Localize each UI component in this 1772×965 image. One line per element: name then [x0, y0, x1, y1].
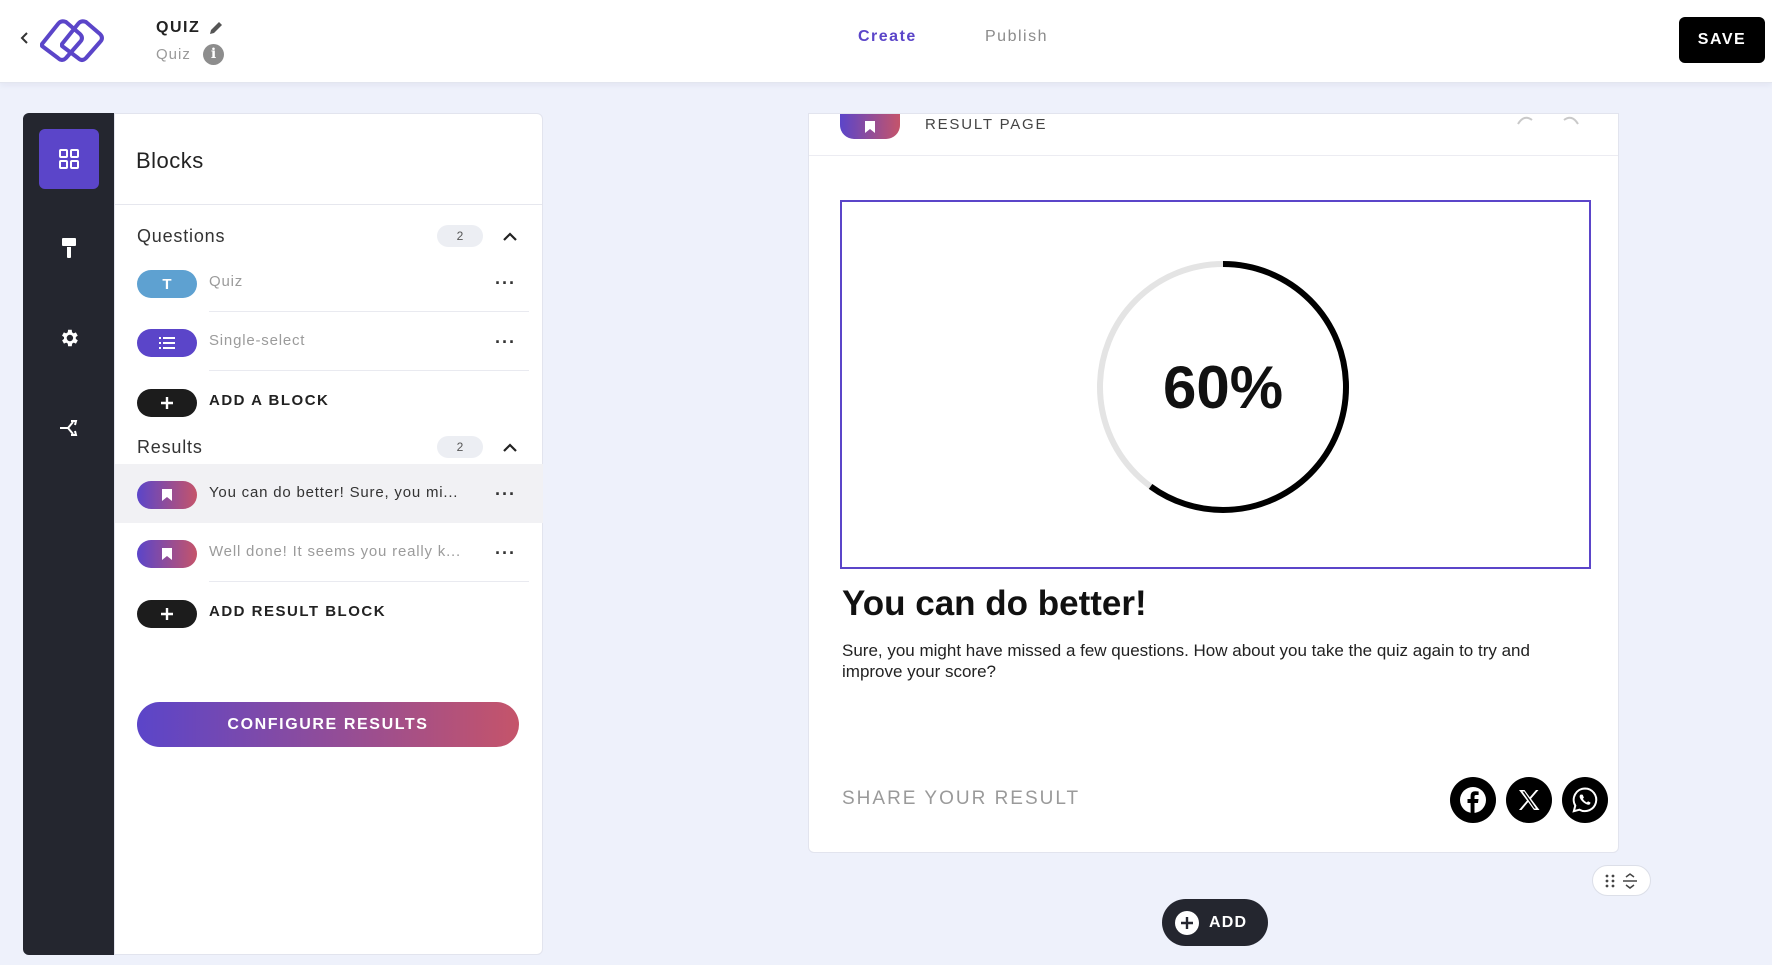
plus-icon [137, 389, 197, 417]
block-toolbar [1592, 865, 1651, 896]
questions-count-badge: 2 [437, 225, 483, 247]
chevron-up-icon[interactable] [501, 230, 519, 242]
drag-handle-icon[interactable] [1605, 874, 1615, 888]
chevron-up-icon[interactable] [501, 441, 519, 453]
score-percentage: 60% [1162, 353, 1284, 421]
x-twitter-icon [1519, 790, 1540, 810]
quiz-subtitle: Quiz [156, 46, 191, 63]
edit-pencil-icon[interactable] [208, 20, 224, 36]
rail-blocks-button[interactable] [39, 129, 99, 189]
blocks-panel: Blocks Questions 2 T Quiz ··· Single-sel… [114, 113, 543, 955]
rail-settings-button[interactable] [39, 308, 99, 368]
score-block[interactable]: 60% [840, 200, 1591, 569]
quiz-title: QUIZ [156, 19, 201, 36]
facebook-share-button[interactable] [1450, 777, 1496, 823]
bookmark-icon [840, 114, 900, 139]
list-item-label: Well done! It seems you really k... [209, 543, 461, 560]
left-rail [23, 113, 115, 955]
list-item-label: Single-select [209, 332, 306, 349]
add-label: ADD [1209, 913, 1248, 931]
tab-create[interactable]: Create [858, 28, 917, 46]
share-label: SHARE YOUR RESULT [842, 788, 1081, 809]
share-branch-icon [60, 420, 78, 436]
rail-logic-button[interactable] [39, 398, 99, 458]
results-section-label: Results [137, 437, 203, 457]
list-item-label: Quiz [209, 273, 244, 290]
result-row-well-done[interactable]: Well done! It seems you really k... ··· [115, 523, 543, 582]
bookmark-icon [137, 540, 197, 568]
list-type-icon [137, 329, 197, 357]
blocks-grid-icon [59, 149, 79, 169]
back-chevron-icon[interactable] [17, 28, 31, 48]
add-block-button[interactable]: ADD A BLOCK [115, 372, 543, 431]
page-type-label: RESULT PAGE [925, 116, 1048, 133]
card-header: RESULT PAGE [809, 114, 1618, 156]
result-description[interactable]: Sure, you might have missed a few questi… [842, 640, 1582, 682]
questions-section-label: Questions [137, 226, 226, 246]
undo-icon[interactable] [1514, 114, 1536, 126]
app-logo-icon[interactable] [36, 14, 106, 66]
question-row-single-select[interactable]: Single-select ··· [115, 312, 543, 371]
result-row-you-can-do-better[interactable]: You can do better! Sure, you mi... ··· [115, 464, 543, 523]
add-block-floating-button[interactable]: ADD [1162, 899, 1268, 946]
add-result-block-label: ADD RESULT BLOCK [209, 603, 387, 620]
more-options-icon[interactable]: ··· [495, 273, 516, 294]
rail-design-button[interactable] [39, 218, 99, 278]
facebook-icon [1460, 787, 1486, 813]
add-block-label: ADD A BLOCK [209, 392, 330, 409]
top-bar: QUIZ Quiz i Create Publish SAVE [0, 0, 1772, 83]
panel-title: Blocks [136, 148, 204, 173]
results-count-badge: 2 [437, 436, 483, 458]
paint-roller-icon [62, 238, 76, 258]
redo-icon[interactable] [1560, 114, 1582, 126]
bookmark-icon [137, 481, 197, 509]
whatsapp-icon [1572, 787, 1598, 813]
gear-icon [62, 329, 78, 347]
more-options-icon[interactable]: ··· [495, 543, 516, 564]
tab-publish[interactable]: Publish [985, 28, 1048, 46]
question-row-quiz[interactable]: T Quiz ··· [115, 253, 543, 312]
plus-circle-icon [1175, 910, 1199, 935]
divider [209, 581, 529, 582]
info-icon[interactable]: i [203, 44, 224, 65]
text-type-icon: T [137, 270, 197, 298]
divider [115, 204, 542, 205]
list-item-label: You can do better! Sure, you mi... [209, 484, 459, 501]
save-button[interactable]: SAVE [1679, 17, 1765, 63]
configure-results-button[interactable]: CONFIGURE RESULTS [137, 702, 519, 747]
divider [209, 370, 529, 371]
result-page-card: RESULT PAGE 60% You can do better! Sure,… [808, 113, 1619, 853]
add-result-block-button[interactable]: ADD RESULT BLOCK [115, 583, 543, 642]
collapse-expand-icon[interactable] [1622, 872, 1638, 889]
result-title[interactable]: You can do better! [842, 584, 1147, 624]
whatsapp-share-button[interactable] [1562, 777, 1608, 823]
plus-icon [137, 600, 197, 628]
x-share-button[interactable] [1506, 777, 1552, 823]
more-options-icon[interactable]: ··· [495, 332, 516, 353]
more-options-icon[interactable]: ··· [495, 484, 516, 505]
